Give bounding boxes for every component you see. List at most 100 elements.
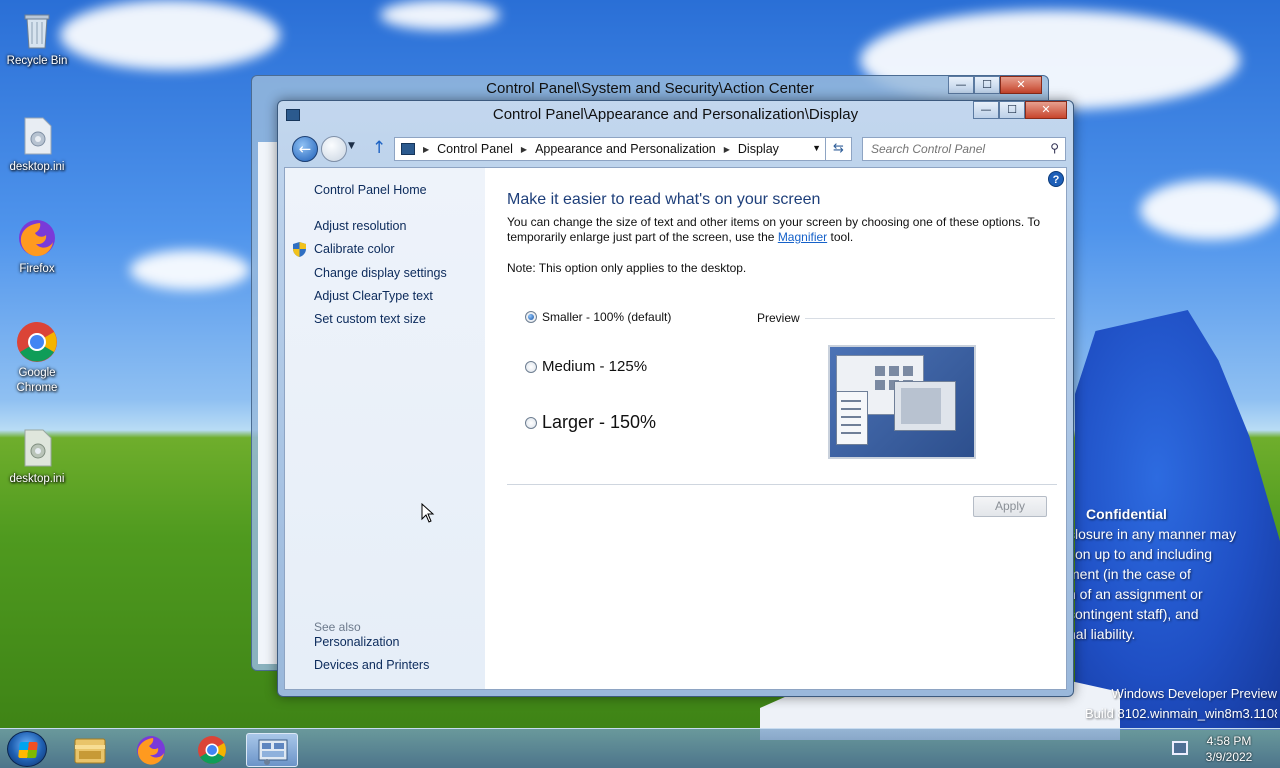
maximize-button[interactable]: ☐ [999,101,1025,119]
firefox-icon [15,216,59,260]
caption-buttons: — ☐ ✕ [948,76,1042,94]
windows-logo-icon [18,742,38,758]
watermark-line: ment (in the case of [1068,566,1191,582]
radio-button-selected[interactable] [525,311,537,323]
page-title: Make it easier to read what's on your sc… [507,191,821,208]
recent-pages-icon[interactable]: ▼ [348,141,355,151]
devices-and-printers-link[interactable]: Devices and Printers [314,658,429,672]
adjust-resolution-link[interactable]: Adjust resolution [314,219,406,233]
desktop-icon-recycle-bin[interactable]: Recycle Bin [4,8,70,69]
breadcrumb-separator-icon[interactable]: ▶ [423,145,429,154]
up-arrow-icon[interactable]: ↑ [372,138,386,158]
chrome-icon [15,320,59,364]
preview-label: Preview [757,311,800,325]
watermark-line: closure in any manner may [1068,526,1237,542]
option-medium[interactable]: Medium - 125% [525,358,647,375]
refresh-icon[interactable]: ⇆ [826,137,852,161]
system-clock[interactable]: 4:58 PM 3/9/2022 [1200,733,1258,765]
address-bar[interactable]: ▶ Control Panel ▶ Appearance and Persona… [394,137,826,161]
description-text: tool. [827,230,854,244]
cloud [1140,180,1280,240]
search-box[interactable]: ⚲ [862,137,1066,161]
magnifier-link[interactable]: Magnifier [778,230,827,244]
option-smaller[interactable]: Smaller - 100% (default) [525,310,671,324]
taskbar-control-panel[interactable] [246,733,298,767]
personalization-link[interactable]: Personalization [314,635,399,649]
clock-time: 4:58 PM [1206,734,1252,748]
chrome-icon [198,736,226,764]
search-input[interactable] [871,142,1041,156]
page-description: You can change the size of text and othe… [507,215,1047,245]
recycle-bin-icon [15,8,59,52]
confidential-watermark: Confidential closure in any manner may t… [1068,504,1280,644]
preview-image [828,345,976,459]
mouse-cursor-icon [421,503,435,523]
radio-button[interactable] [525,416,537,429]
main-content: ? Make it easier to read what's on your … [485,168,1066,689]
display-window[interactable]: Control Panel\Appearance and Personaliza… [277,100,1074,697]
preview-divider [805,318,1055,319]
close-button[interactable]: ✕ [1000,76,1042,94]
option-label: Medium - 125% [542,358,648,375]
desktop-note: Note: This option only applies to the de… [507,261,747,275]
close-button[interactable]: ✕ [1025,101,1067,119]
forward-button[interactable] [321,136,347,162]
desktop-icon-firefox[interactable]: Firefox [4,216,70,277]
breadcrumb-separator-icon[interactable]: ▶ [724,145,730,154]
taskbar-file-explorer[interactable] [64,733,116,767]
taskbar-chrome[interactable] [186,733,238,767]
option-label: Smaller - 100% (default) [542,310,672,324]
desktop-icon-label: Recycle Bin [6,55,68,67]
calibrate-color-link[interactable]: Calibrate color [314,242,395,256]
apply-button[interactable]: Apply [973,496,1047,517]
build-line: Windows Developer Preview [1111,686,1277,701]
chevron-down-icon[interactable]: ▼ [812,143,821,153]
preview-window [836,391,868,445]
desktop-icon-label: desktop.ini [9,161,65,173]
settings-file-icon [15,114,59,158]
desktop-icon-desktop-ini[interactable]: desktop.ini [4,426,70,487]
taskbar: 4:58 PM 3/9/2022 [0,728,1280,768]
help-icon[interactable]: ? [1048,171,1064,187]
breadcrumb-display[interactable]: Display [738,142,779,156]
control-panel-home-link[interactable]: Control Panel Home [314,183,427,197]
watermark-line: nal liability. [1068,626,1136,642]
maximize-button[interactable]: ☐ [974,76,1000,94]
option-larger[interactable]: Larger - 150% [525,412,656,433]
network-icon[interactable] [1172,741,1188,755]
description-text: You can change the size of text and othe… [507,215,1041,244]
minimize-button[interactable]: — [973,101,999,119]
desktop-icon-label: Google Chrome [16,367,58,394]
desktop-icon-google-chrome[interactable]: Google Chrome [4,320,70,396]
cloud [60,0,280,70]
see-also-label: See also [314,620,361,634]
clock-date: 3/9/2022 [1205,750,1253,764]
cloud [380,0,500,30]
minimize-button[interactable]: — [948,76,974,94]
build-watermark: Windows Developer Preview Build 8102.win… [1085,684,1277,724]
desktop-icon-label: desktop.ini [9,473,65,485]
watermark-line: n of an assignment or [1068,586,1203,602]
watermark-title: Confidential [1086,506,1167,522]
firefox-icon [137,736,165,765]
window-title: Control Panel\Appearance and Personaliza… [492,106,859,123]
control-panel-icon [401,143,415,155]
start-button[interactable] [7,731,47,767]
search-icon[interactable]: ⚲ [1050,141,1059,155]
change-display-settings-link[interactable]: Change display settings [314,266,447,280]
caption-buttons: — ☐ ✕ [973,101,1067,119]
shield-icon [293,242,306,257]
control-panel-icon [258,739,288,765]
breadcrumb-control-panel[interactable]: Control Panel [437,142,513,156]
watermark-line: tion up to and including [1068,546,1212,562]
back-button[interactable]: ← [292,136,318,162]
adjust-cleartype-link[interactable]: Adjust ClearType text [314,289,433,303]
set-custom-text-size-link[interactable]: Set custom text size [314,312,426,326]
radio-button[interactable] [525,360,537,373]
task-pane: Control Panel Home Adjust resolution Cal… [285,168,485,689]
breadcrumb-separator-icon[interactable]: ▶ [521,145,527,154]
desktop-icon-desktop-ini[interactable]: desktop.ini [4,114,70,175]
watermark-line: contingent staff), and [1068,606,1199,622]
taskbar-firefox[interactable] [125,733,177,767]
breadcrumb-appearance[interactable]: Appearance and Personalization [535,142,716,156]
